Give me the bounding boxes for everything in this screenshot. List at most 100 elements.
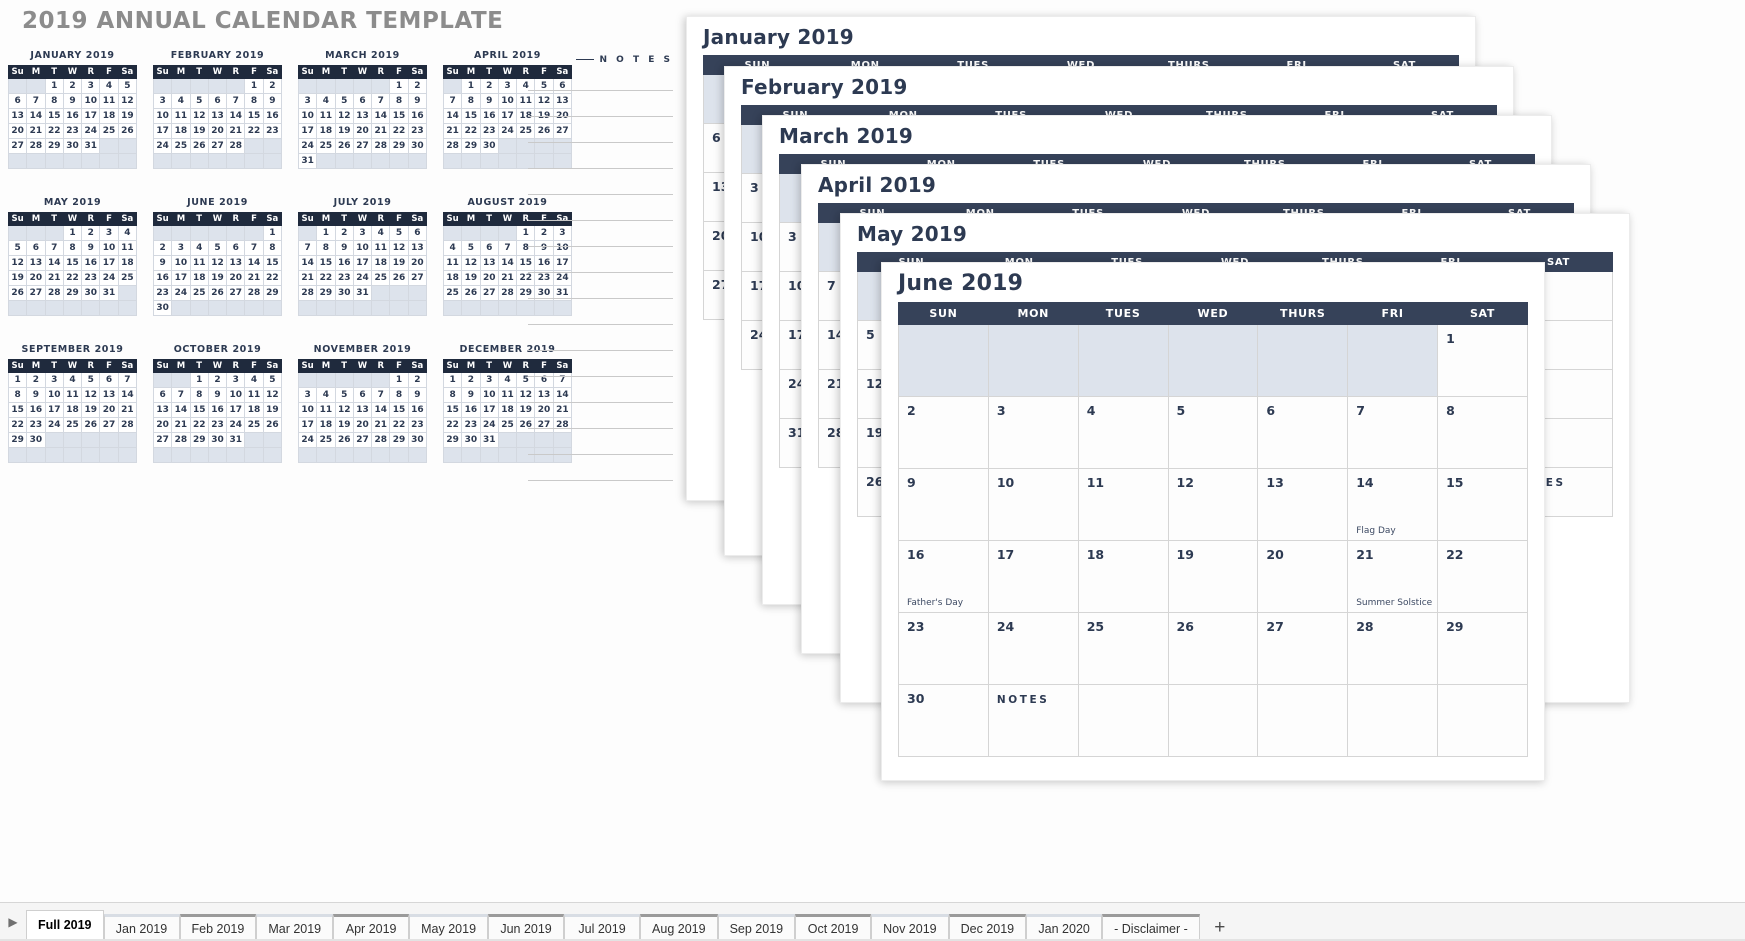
mini-day-cell-empty[interactable] xyxy=(389,300,409,316)
mini-day-cell[interactable]: 27 xyxy=(99,417,119,433)
mini-day-cell[interactable]: 17 xyxy=(297,123,318,139)
mini-day-cell-empty[interactable] xyxy=(189,78,209,94)
mini-day-cell-empty[interactable] xyxy=(44,153,64,169)
mini-day-cell-empty[interactable] xyxy=(442,153,463,169)
mini-day-cell[interactable]: 16 xyxy=(407,108,428,124)
day-cell[interactable]: 8 xyxy=(1437,396,1528,469)
mini-day-cell-empty[interactable] xyxy=(316,447,336,463)
mini-day-cell[interactable]: 30 xyxy=(152,300,173,316)
mini-day-cell[interactable]: 16 xyxy=(461,402,481,418)
mini-day-cell[interactable]: 11 xyxy=(99,93,119,109)
mini-day-cell[interactable]: 1 xyxy=(461,78,481,94)
mini-day-cell[interactable]: 13 xyxy=(152,402,173,418)
notes-line[interactable] xyxy=(528,428,673,429)
mini-day-cell[interactable]: 7 xyxy=(226,93,246,109)
mini-day-cell[interactable]: 21 xyxy=(371,417,391,433)
day-cell-empty[interactable] xyxy=(1167,684,1259,757)
mini-day-cell[interactable]: 1 xyxy=(7,372,28,388)
mini-day-cell[interactable]: 16 xyxy=(207,402,228,418)
sheet-tab-bar[interactable]: ▶ Full 2019 Jan 2019 Feb 2019 Mar 2019 Apr 2… xyxy=(0,902,1745,941)
mini-day-cell[interactable]: 1 xyxy=(316,225,336,241)
mini-day-cell[interactable]: 29 xyxy=(262,285,283,301)
mini-day-cell[interactable]: 15 xyxy=(389,108,409,124)
mini-day-cell[interactable]: 22 xyxy=(44,123,64,139)
notes-line[interactable] xyxy=(528,90,673,91)
day-cell-empty[interactable] xyxy=(1257,684,1349,757)
mini-day-cell-empty[interactable] xyxy=(99,138,119,154)
mini-day-cell[interactable]: 24 xyxy=(44,417,64,433)
mini-day-cell-empty[interactable] xyxy=(152,78,173,94)
mini-day-cell[interactable]: 19 xyxy=(189,123,209,139)
mini-day-cell-empty[interactable] xyxy=(479,225,499,241)
day-cell[interactable]: 11 xyxy=(1077,468,1169,541)
mini-day-cell[interactable]: 23 xyxy=(461,417,481,433)
mini-day-cell-empty[interactable] xyxy=(407,447,428,463)
mini-day-cell[interactable]: 25 xyxy=(99,123,119,139)
mini-day-cell[interactable]: 11 xyxy=(171,108,191,124)
mini-day-cell-empty[interactable] xyxy=(497,153,518,169)
mini-day-cell[interactable]: 7 xyxy=(297,240,318,256)
day-cell[interactable]: 28 xyxy=(1347,612,1439,685)
day-cell[interactable]: 10 xyxy=(987,468,1079,541)
day-cell[interactable]: 3 xyxy=(987,396,1079,469)
mini-day-cell-empty[interactable] xyxy=(189,447,209,463)
sheet-tab-mar-2019[interactable]: Mar 2019 xyxy=(256,914,334,941)
mini-day-cell[interactable]: 16 xyxy=(152,270,173,286)
mini-day-cell[interactable]: 3 xyxy=(171,240,191,256)
mini-day-cell[interactable]: 12 xyxy=(189,108,209,124)
notes-line[interactable] xyxy=(528,480,673,481)
mini-day-cell[interactable]: 29 xyxy=(389,138,409,154)
mini-day-cell[interactable]: 24 xyxy=(99,270,119,286)
mini-day-cell[interactable]: 12 xyxy=(389,240,409,256)
mini-day-cell[interactable]: 8 xyxy=(389,387,409,403)
mini-day-cell[interactable]: 2 xyxy=(334,225,354,241)
mini-day-cell[interactable]: 14 xyxy=(26,108,46,124)
mini-day-cell-empty[interactable] xyxy=(207,78,228,94)
mini-day-cell[interactable]: 21 xyxy=(244,270,264,286)
mini-day-cell[interactable]: 21 xyxy=(44,270,64,286)
mini-day-cell[interactable]: 19 xyxy=(262,402,283,418)
mini-day-cell[interactable]: 18 xyxy=(316,123,336,139)
mini-day-cell[interactable]: 6 xyxy=(352,387,373,403)
mini-day-cell[interactable]: 4 xyxy=(497,372,518,388)
mini-day-cell[interactable]: 18 xyxy=(244,402,264,418)
mini-day-cell[interactable]: 1 xyxy=(262,225,283,241)
mini-day-cell[interactable]: 19 xyxy=(334,417,354,433)
mini-day-cell[interactable]: 28 xyxy=(244,285,264,301)
mini-day-cell[interactable]: 6 xyxy=(479,240,499,256)
notes-line[interactable] xyxy=(528,350,673,351)
mini-day-cell[interactable]: 3 xyxy=(152,93,173,109)
mini-day-cell[interactable]: 20 xyxy=(99,402,119,418)
mini-day-cell[interactable]: 15 xyxy=(189,402,209,418)
mini-day-cell[interactable]: 20 xyxy=(26,270,46,286)
mini-day-cell[interactable]: 20 xyxy=(207,123,228,139)
mini-day-cell[interactable]: 2 xyxy=(207,372,228,388)
mini-day-cell-empty[interactable] xyxy=(189,225,209,241)
mini-day-cell-empty[interactable] xyxy=(297,447,318,463)
mini-day-cell[interactable]: 6 xyxy=(407,225,428,241)
mini-day-cell-empty[interactable] xyxy=(479,447,499,463)
mini-day-cell[interactable]: 10 xyxy=(226,387,246,403)
mini-day-cell[interactable]: 13 xyxy=(207,108,228,124)
mini-day-cell-empty[interactable] xyxy=(389,153,409,169)
mini-day-cell[interactable]: 15 xyxy=(44,108,64,124)
notes-line[interactable] xyxy=(528,142,673,143)
mini-day-cell[interactable]: 8 xyxy=(62,240,83,256)
sheet-tab-jul-2019[interactable]: Jul 2019 xyxy=(564,914,641,941)
day-cell[interactable]: 27 xyxy=(1257,612,1349,685)
mini-day-cell[interactable]: 8 xyxy=(189,387,209,403)
mini-day-cell[interactable]: 31 xyxy=(352,285,373,301)
mini-day-cell[interactable]: 12 xyxy=(334,108,354,124)
mini-day-cell[interactable]: 5 xyxy=(117,78,138,94)
mini-day-cell[interactable]: 11 xyxy=(371,240,391,256)
mini-day-cell[interactable]: 23 xyxy=(407,417,428,433)
mini-day-cell[interactable]: 3 xyxy=(297,387,318,403)
mini-day-cell[interactable]: 19 xyxy=(207,270,228,286)
mini-day-cell[interactable]: 20 xyxy=(226,270,246,286)
mini-day-cell[interactable]: 26 xyxy=(334,432,354,448)
mini-day-cell[interactable]: 4 xyxy=(316,93,336,109)
day-cell-empty[interactable] xyxy=(1077,684,1169,757)
mini-day-cell-empty[interactable] xyxy=(26,78,46,94)
mini-day-cell[interactable]: 29 xyxy=(44,138,64,154)
mini-day-cell[interactable]: 1 xyxy=(44,78,64,94)
